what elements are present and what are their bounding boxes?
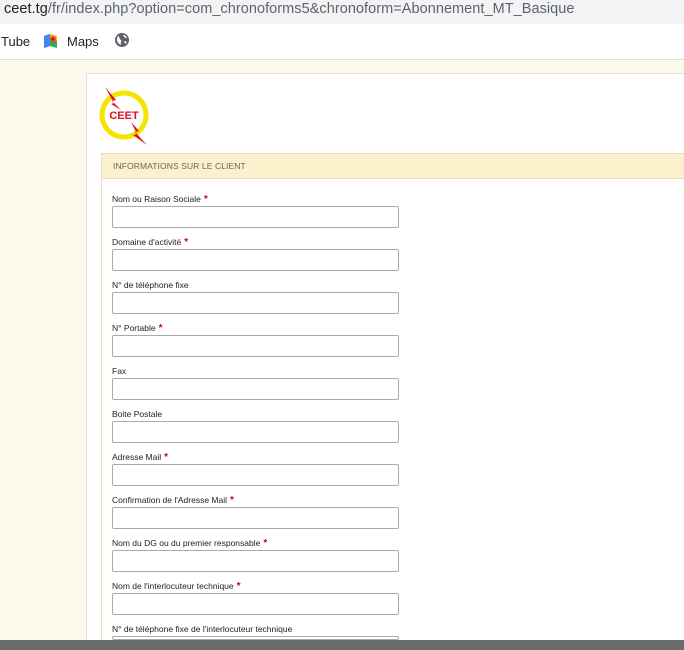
- label-text: N° de téléphone fixe: [112, 280, 189, 290]
- globe-icon[interactable]: [114, 32, 130, 48]
- field-label-tel-interlocuteur: N° de téléphone fixe de l'interlocuteur …: [112, 624, 295, 635]
- field-label-confirmation-mail: Confirmation de l'Adresse Mail *: [112, 495, 234, 506]
- logo-text: CEET: [109, 110, 139, 122]
- domaine-activite-input[interactable]: [112, 249, 399, 271]
- address-bar[interactable]: ceet.tg/fr/index.php?option=com_chronofo…: [0, 0, 684, 24]
- boite-postale-input[interactable]: [112, 421, 399, 443]
- required-marker: *: [263, 538, 268, 549]
- url-text[interactable]: ceet.tg/fr/index.php?option=com_chronofo…: [4, 1, 575, 17]
- bookmarks-bar: Tube Maps: [0, 24, 684, 60]
- portable-input[interactable]: [112, 335, 399, 357]
- nom-raison-sociale-input[interactable]: [112, 206, 399, 228]
- field-label-domaine: Domaine d'activité *: [112, 237, 188, 248]
- required-marker: *: [164, 452, 169, 463]
- label-text: Domaine d'activité: [112, 237, 182, 247]
- label-text: Confirmation de l'Adresse Mail: [112, 495, 228, 505]
- required-marker: *: [158, 323, 163, 334]
- label-text: Adresse Mail: [112, 452, 162, 462]
- field-label-boite-postale: Boite Postale: [112, 409, 165, 420]
- label-text: Boite Postale: [112, 409, 163, 419]
- field-label-portable: N° Portable *: [112, 323, 162, 334]
- adresse-mail-input[interactable]: [112, 464, 399, 486]
- ceet-logo: CEET: [99, 87, 149, 145]
- bookmark-youtube[interactable]: Tube: [1, 34, 30, 49]
- field-label-nom: Nom ou Raison Sociale *: [112, 194, 208, 205]
- window-bottom-edge: [0, 640, 684, 650]
- label-text: Fax: [112, 366, 127, 376]
- label-text: N° Portable: [112, 323, 156, 333]
- section-title: INFORMATIONS SUR LE CLIENT: [113, 161, 246, 171]
- required-marker: *: [230, 495, 234, 506]
- field-label-interlocuteur: Nom de l'interlocuteur technique *: [112, 581, 241, 592]
- label-text: Nom du DG ou du premier responsable: [112, 538, 261, 548]
- nom-dg-input[interactable]: [112, 550, 399, 572]
- interlocuteur-technique-input[interactable]: [112, 593, 399, 615]
- required-marker: *: [203, 194, 208, 205]
- required-marker: *: [184, 237, 189, 248]
- label-text: Nom ou Raison Sociale: [112, 194, 201, 204]
- url-path: /fr/index.php?option=com_chronoforms5&ch…: [47, 1, 575, 17]
- label-text: N° de téléphone fixe de l'interlocuteur …: [112, 624, 293, 634]
- telephone-fixe-input[interactable]: [112, 292, 399, 314]
- required-marker: *: [236, 581, 241, 592]
- section-header: INFORMATIONS SUR LE CLIENT: [101, 153, 684, 179]
- field-label-nom-dg: Nom du DG ou du premier responsable *: [112, 538, 267, 549]
- field-label-adresse-mail: Adresse Mail *: [112, 452, 168, 463]
- bookmark-maps[interactable]: Maps: [67, 34, 99, 49]
- confirmation-mail-input[interactable]: [112, 507, 399, 529]
- url-host: ceet.tg: [4, 1, 48, 17]
- field-label-fax: Fax: [112, 366, 129, 377]
- fax-input[interactable]: [112, 378, 399, 400]
- field-label-tel-fixe: N° de téléphone fixe: [112, 280, 192, 291]
- label-text: Nom de l'interlocuteur technique: [112, 581, 234, 591]
- google-maps-icon[interactable]: [42, 33, 59, 50]
